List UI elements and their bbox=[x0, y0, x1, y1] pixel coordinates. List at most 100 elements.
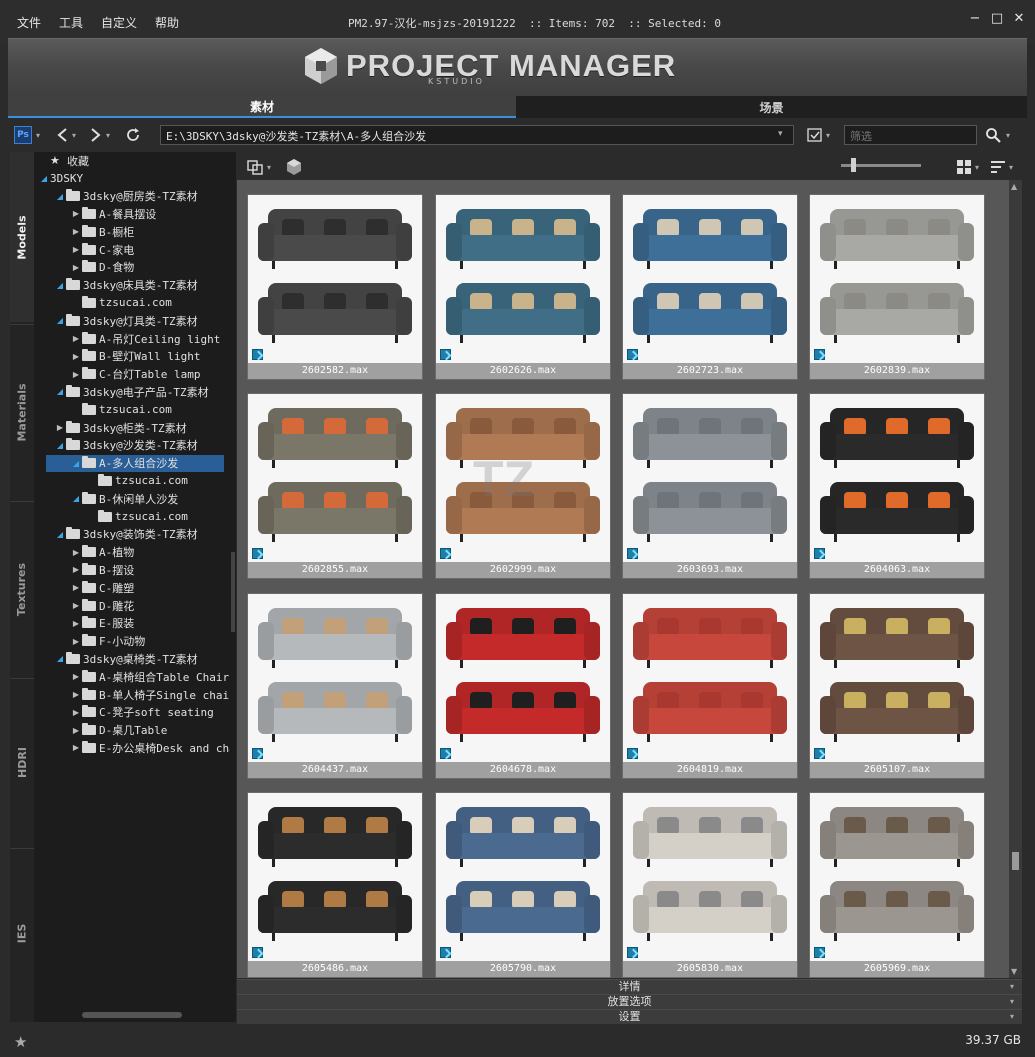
expanded-arrow-icon[interactable]: ◢ bbox=[70, 494, 82, 503]
settings-panel-header[interactable]: 设置 ▾ bbox=[237, 1009, 1022, 1024]
tree-item[interactable]: tzsucai.com bbox=[70, 294, 172, 311]
tree-item[interactable]: ◢ 3dsky@床具类-TZ素材 bbox=[54, 277, 198, 294]
tree-item[interactable]: ▶ C-台灯Table lamp bbox=[70, 366, 200, 383]
collapsed-arrow-icon[interactable]: ▶ bbox=[70, 370, 82, 379]
tree-item[interactable]: ▶ 3dsky@柜类-TZ素材 bbox=[54, 419, 187, 436]
collapsed-arrow-icon[interactable]: ▶ bbox=[70, 565, 82, 574]
asset-card[interactable]: 2604678.max bbox=[435, 593, 611, 779]
grid-scroll-thumb[interactable] bbox=[1012, 852, 1019, 870]
minimize-button[interactable]: − bbox=[967, 10, 983, 26]
ps-dropdown-icon[interactable]: ▾ bbox=[36, 126, 40, 144]
tree-horizontal-scrollbar[interactable] bbox=[82, 1012, 182, 1018]
asset-card[interactable]: 2605107.max bbox=[809, 593, 985, 779]
sort-icon[interactable] bbox=[989, 158, 1007, 176]
view-dropdown-icon[interactable]: ▾ bbox=[975, 158, 979, 176]
refresh-icon[interactable] bbox=[124, 126, 142, 144]
favorites-star-icon[interactable]: ★ bbox=[14, 1033, 27, 1051]
menu-tools[interactable]: 工具 bbox=[50, 12, 92, 33]
tree-item[interactable]: ▶ D-桌几Table bbox=[70, 722, 167, 739]
search-icon[interactable] bbox=[984, 126, 1002, 144]
asset-card[interactable]: 2602999.max bbox=[435, 393, 611, 579]
box-model-icon[interactable] bbox=[283, 158, 305, 176]
expanded-arrow-icon[interactable]: ◢ bbox=[54, 441, 66, 450]
expanded-arrow-icon[interactable]: ◢ bbox=[54, 530, 66, 539]
filter-dropdown-icon[interactable]: ▾ bbox=[826, 126, 830, 144]
forward-arrow-icon[interactable] bbox=[88, 126, 104, 144]
menu-file[interactable]: 文件 bbox=[8, 12, 50, 33]
tree-item-selected[interactable]: ◢ A-多人组合沙发 bbox=[46, 454, 224, 472]
tree-item[interactable]: ▶ E-服装 bbox=[70, 615, 134, 632]
side-tab-textures[interactable]: Textures bbox=[10, 501, 34, 676]
asset-card[interactable]: 2602839.max bbox=[809, 194, 985, 380]
collapsed-arrow-icon[interactable]: ▶ bbox=[70, 708, 82, 717]
back-arrow-icon[interactable] bbox=[54, 126, 70, 144]
tab-assets[interactable]: 素材 bbox=[8, 96, 516, 118]
tree-item[interactable]: ▶ D-食物 bbox=[70, 259, 134, 276]
tree-item[interactable]: ◢ 3dsky@电子产品-TZ素材 bbox=[54, 383, 209, 400]
photoshop-icon[interactable]: Ps bbox=[14, 126, 32, 144]
collapsed-arrow-icon[interactable]: ▶ bbox=[70, 352, 82, 361]
expanded-arrow-icon[interactable]: ◢ bbox=[54, 654, 66, 663]
asset-card[interactable]: 2605969.max bbox=[809, 792, 985, 978]
collapsed-arrow-icon[interactable]: ▶ bbox=[70, 334, 82, 343]
expanded-arrow-icon[interactable]: ◢ bbox=[70, 459, 82, 468]
tree-item[interactable]: ▶ D-雕花 bbox=[70, 597, 134, 614]
details-panel-header[interactable]: 详情 ▾ bbox=[237, 979, 1022, 994]
collapsed-arrow-icon[interactable]: ▶ bbox=[70, 619, 82, 628]
tree-item[interactable]: ▶ C-家电 bbox=[70, 241, 134, 258]
tree-item[interactable]: ▶ B-单人椅子Single chair bbox=[70, 686, 230, 703]
expanded-arrow-icon[interactable]: ◢ bbox=[54, 387, 66, 396]
close-button[interactable]: ✕ bbox=[1011, 10, 1027, 26]
asset-card[interactable]: 2605830.max bbox=[622, 792, 798, 978]
sync-dropdown-icon[interactable]: ▾ bbox=[267, 158, 271, 176]
asset-card[interactable]: 2605790.max bbox=[435, 792, 611, 978]
path-dropdown-icon[interactable]: ▾ bbox=[778, 129, 783, 139]
tree-item[interactable]: ▶ A-吊灯Ceiling light bbox=[70, 330, 220, 347]
collapsed-arrow-icon[interactable]: ▶ bbox=[70, 583, 82, 592]
collapsed-arrow-icon[interactable]: ▶ bbox=[70, 601, 82, 610]
tree-item[interactable]: ◢ 3dsky@厨房类-TZ素材 bbox=[54, 188, 198, 205]
thumbnail-size-slider-handle[interactable] bbox=[851, 158, 856, 172]
expanded-arrow-icon[interactable]: ◢ bbox=[38, 174, 50, 183]
tree-item[interactable]: ▶ B-壁灯Wall light bbox=[70, 348, 200, 365]
tab-scenes[interactable]: 场景 bbox=[516, 96, 1027, 118]
menu-customize[interactable]: 自定义 bbox=[92, 12, 146, 33]
tree-item[interactable]: ◢ 3dsky@沙发类-TZ素材 bbox=[54, 437, 198, 454]
placement-options-panel-header[interactable]: 放置选项 ▾ bbox=[237, 994, 1022, 1009]
expanded-arrow-icon[interactable]: ◢ bbox=[54, 316, 66, 325]
asset-card[interactable]: 2603693.max bbox=[622, 393, 798, 579]
tree-item[interactable]: ▶ E-办公桌椅Desk and chair bbox=[70, 739, 230, 756]
asset-card[interactable]: 2604063.max bbox=[809, 393, 985, 579]
tree-item[interactable]: tzsucai.com bbox=[70, 401, 172, 418]
tree-item[interactable]: ▶ F-小动物 bbox=[70, 633, 145, 650]
collapsed-arrow-icon[interactable]: ▶ bbox=[70, 263, 82, 272]
expanded-arrow-icon[interactable]: ◢ bbox=[54, 192, 66, 201]
tree-item[interactable]: tzsucai.com bbox=[86, 508, 188, 525]
tree-item[interactable]: ▶ A-桌椅组合Table Chair bbox=[70, 668, 229, 685]
tree-item[interactable]: ★ 收藏 bbox=[38, 152, 89, 169]
tree-item[interactable]: ▶ C-雕塑 bbox=[70, 579, 134, 596]
collapsed-arrow-icon[interactable]: ▶ bbox=[70, 672, 82, 681]
filter-options-icon[interactable] bbox=[806, 126, 824, 144]
tree-item[interactable]: ▶ B-摆设 bbox=[70, 561, 134, 578]
collapsed-arrow-icon[interactable]: ▶ bbox=[70, 690, 82, 699]
tree-item[interactable]: ▶ A-餐具摆设 bbox=[70, 205, 156, 222]
collapsed-arrow-icon[interactable]: ▶ bbox=[70, 548, 82, 557]
tree-item[interactable]: tzsucai.com bbox=[86, 472, 188, 489]
asset-card[interactable]: 2602626.max bbox=[435, 194, 611, 380]
collapsed-arrow-icon[interactable]: ▶ bbox=[70, 637, 82, 646]
asset-card[interactable]: 2604819.max bbox=[622, 593, 798, 779]
side-tab-models[interactable]: Models bbox=[10, 152, 34, 322]
tree-item[interactable]: ◢ 3dsky@装饰类-TZ素材 bbox=[54, 526, 198, 543]
tree-item[interactable]: ◢ B-休闲单人沙发 bbox=[70, 490, 178, 507]
filter-input[interactable]: 筛选 bbox=[844, 125, 977, 145]
expanded-arrow-icon[interactable]: ◢ bbox=[54, 281, 66, 290]
asset-card[interactable]: 2602723.max bbox=[622, 194, 798, 380]
collapsed-arrow-icon[interactable]: ▶ bbox=[70, 743, 82, 752]
search-dropdown-icon[interactable]: ▾ bbox=[1006, 126, 1010, 144]
collapsed-arrow-icon[interactable]: ▶ bbox=[54, 423, 66, 432]
tree-item[interactable]: ▶ B-橱柜 bbox=[70, 223, 134, 240]
menu-help[interactable]: 帮助 bbox=[146, 12, 188, 33]
back-dropdown-icon[interactable]: ▾ bbox=[72, 126, 76, 144]
side-tab-ies[interactable]: IES bbox=[10, 848, 34, 1018]
